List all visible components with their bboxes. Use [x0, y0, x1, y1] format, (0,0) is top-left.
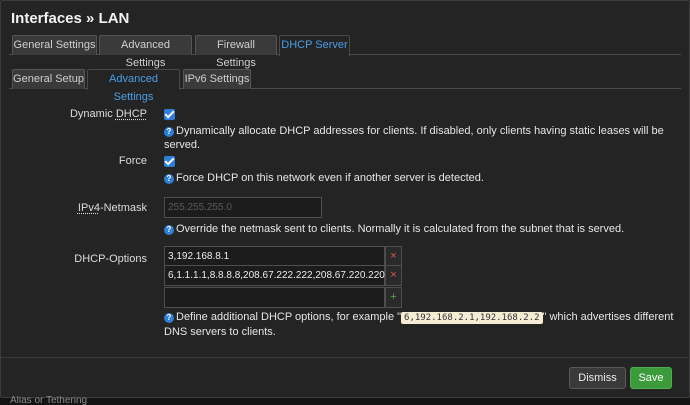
netmask-label: IPv4-Netmask	[77, 202, 147, 214]
help-icon: ?	[164, 174, 174, 184]
tab-dhcp-server[interactable]: DHCP Server	[279, 35, 350, 56]
main-tabs: General Settings Advanced Settings Firew…	[9, 35, 681, 69]
force-checkbox[interactable]	[164, 156, 175, 167]
tab-sub-advanced-settings[interactable]: Advanced Settings	[87, 69, 180, 103]
tab-ipv6-settings[interactable]: IPv6 Settings	[183, 69, 251, 89]
dialog-title: Interfaces » LAN	[11, 10, 130, 27]
help-icon: ?	[164, 127, 174, 137]
tab-firewall-settings[interactable]: Firewall Settings	[195, 35, 277, 69]
dialog: Interfaces » LAN General Settings Advanc…	[0, 0, 690, 398]
tab-general-settings[interactable]: General Settings	[12, 35, 97, 55]
new-dhcp-option-input[interactable]	[164, 287, 385, 308]
dhcp-options-help: ? Define additional DHCP options, for exa…	[164, 311, 674, 338]
netmask-input[interactable]: 255.255.255.0	[164, 197, 322, 218]
dynamic-dhcp-label: Dynamic DHCP	[69, 108, 147, 120]
example-code: 6,192.168.2.1,192.168.2.2	[401, 312, 543, 324]
dhcp-options-label: DHCP-Options	[74, 253, 147, 265]
dismiss-button[interactable]: Dismiss	[569, 367, 626, 389]
tab-advanced-settings[interactable]: Advanced Settings	[99, 35, 192, 69]
netmask-help: ? Override the netmask sent to clients. N…	[164, 222, 624, 236]
dynamic-dhcp-checkbox[interactable]	[164, 109, 175, 120]
force-help: ? Force DHCP on this network even if anot…	[164, 171, 484, 185]
background-text: Alias or Tethering	[10, 396, 88, 405]
dhcp-option-input[interactable]: 3,192.168.8.1	[164, 246, 385, 267]
help-icon: ?	[164, 313, 174, 323]
add-option-button[interactable]: +	[385, 287, 402, 308]
remove-option-button[interactable]: ×	[385, 246, 402, 267]
footer-divider	[1, 357, 690, 358]
dhcp-option-input[interactable]: 6,1.1.1.1,8.8.8.8,208.67.222.222,208.67.…	[164, 265, 385, 286]
tab-general-setup[interactable]: General Setup	[12, 69, 85, 89]
save-button[interactable]: Save	[630, 367, 672, 389]
force-label: Force	[118, 155, 147, 167]
sub-tabs: General Setup Advanced Settings IPv6 Set…	[9, 69, 681, 103]
dynamic-dhcp-help: ? Dynamically allocate DHCP addresses for…	[164, 125, 664, 151]
remove-option-button[interactable]: ×	[385, 265, 402, 286]
help-icon: ?	[164, 225, 174, 235]
